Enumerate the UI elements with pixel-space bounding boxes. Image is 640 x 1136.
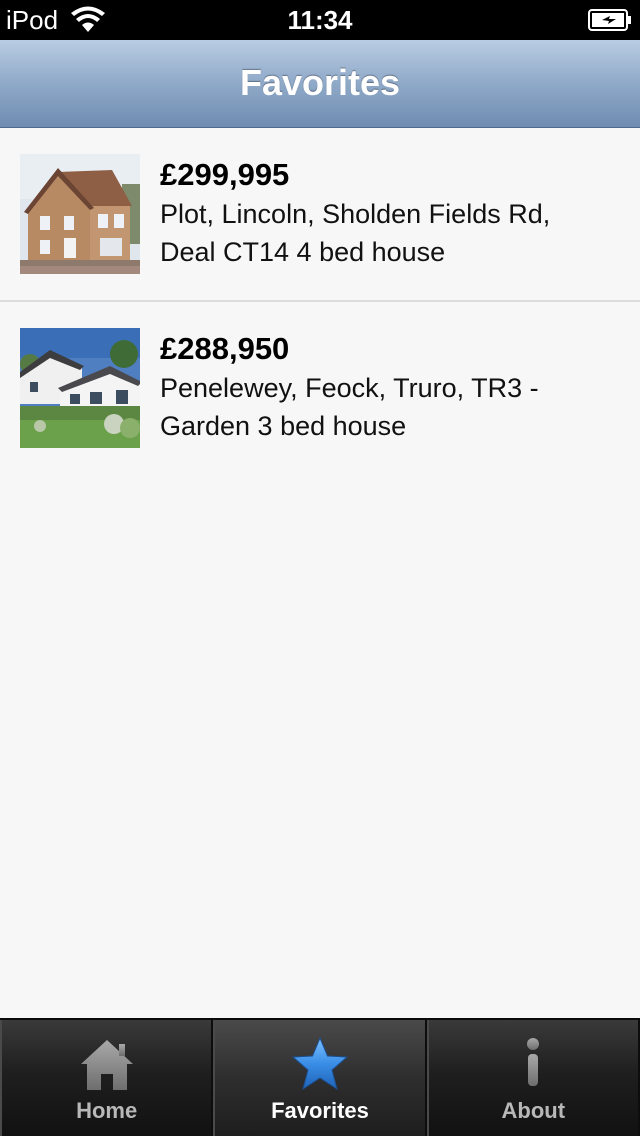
house-thumbnail bbox=[20, 328, 140, 448]
star-icon bbox=[291, 1036, 349, 1091]
tab-about[interactable]: About bbox=[426, 1020, 640, 1136]
navigation-bar: Favorites bbox=[0, 40, 640, 128]
status-time: 11:34 bbox=[287, 5, 353, 35]
item-description: Penelewey, Feock, Truro, TR3 - Garden 3 … bbox=[160, 373, 539, 441]
house-thumbnail bbox=[20, 154, 140, 274]
status-bar: iPod 11:34 bbox=[0, 0, 640, 40]
screen: iPod 11:34 Favorites £299,995 Plot, Linc… bbox=[0, 0, 640, 1136]
tab-home[interactable]: Home bbox=[0, 1020, 214, 1136]
tab-label: About bbox=[501, 1098, 566, 1123]
favorites-list: £299,995 Plot, Lincoln, Sholden Fields R… bbox=[0, 128, 640, 476]
home-icon bbox=[80, 1040, 133, 1090]
house-photo-image bbox=[20, 328, 140, 448]
page-title: Favorites bbox=[239, 62, 401, 103]
tab-label: Favorites bbox=[271, 1098, 369, 1123]
info-icon bbox=[527, 1038, 540, 1086]
tab-label: Home bbox=[76, 1098, 138, 1123]
house-photo-image bbox=[20, 154, 140, 274]
item-price: £288,950 bbox=[160, 331, 290, 366]
item-price: £299,995 bbox=[160, 157, 290, 192]
list-item[interactable]: £288,950 Penelewey, Feock, Truro, TR3 - … bbox=[0, 302, 640, 476]
battery-charging-icon bbox=[588, 9, 631, 31]
item-description: Plot, Lincoln, Sholden Fields Rd, Deal C… bbox=[160, 199, 551, 267]
list-item[interactable]: £299,995 Plot, Lincoln, Sholden Fields R… bbox=[0, 128, 640, 302]
tab-favorites[interactable]: Favorites bbox=[213, 1020, 427, 1136]
tab-bar: Home Favorites About bbox=[0, 1018, 640, 1136]
